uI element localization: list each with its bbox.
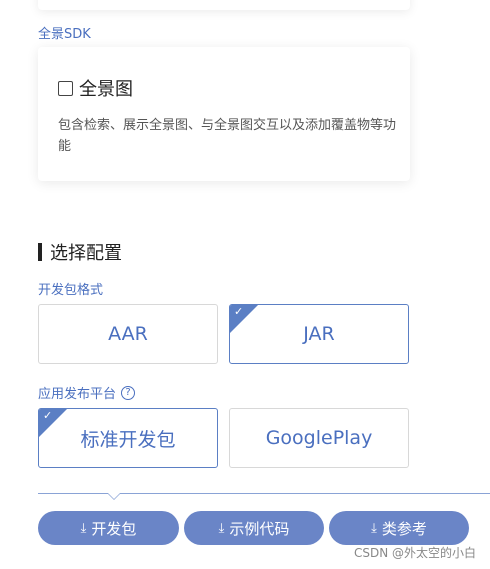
button-label: 开发包 [91,519,137,538]
format-option-jar[interactable]: ✓ JAR [229,304,409,364]
download-icon: ⤓ [218,520,225,536]
download-reference-button[interactable]: ⤓ 类参考 [329,511,469,545]
check-icon: ✓ [234,305,244,318]
config-heading-text: 选择配置 [50,243,122,264]
download-icon: ⤓ [80,520,87,536]
download-dev-package-button[interactable]: ⤓ 开发包 [38,511,179,545]
platform-option-googleplay[interactable]: GooglePlay [229,408,409,468]
format-option-label: AAR [108,323,148,345]
config-heading: 选择配置 [38,239,122,265]
check-icon: ✓ [43,409,53,422]
button-label: 类参考 [381,519,427,538]
previous-sdk-card [38,0,410,10]
sdk-title-row[interactable]: 全景图 [58,75,133,101]
watermark: CSDN @外太空的小白 [353,546,476,560]
button-label: 示例代码 [229,519,290,538]
platform-option-standard[interactable]: ✓ 标准开发包 [38,408,218,468]
panorama-checkbox[interactable] [58,80,73,96]
help-icon[interactable]: ? [121,385,136,400]
sdk-section-label: 全景SDK [38,27,91,42]
format-option-label: JAR [303,323,335,345]
active-tab-caret-inner [108,493,120,499]
tab-divider [38,493,490,494]
panorama-sdk-card[interactable]: 全景图 包含检索、展示全景图、与全景图交互以及添加覆盖物等功能 [38,47,410,181]
sdk-card-title: 全景图 [79,79,133,100]
platform-option-label: 标准开发包 [80,428,176,451]
platform-label-text: 应用发布平台 [38,387,117,402]
download-icon: ⤓ [371,520,377,536]
platform-option-label: GooglePlay [265,427,373,449]
heading-accent-bar [38,243,42,261]
sdk-card-description: 包含检索、展示全景图、与全景图交互以及添加覆盖物等功能 [58,118,397,154]
download-sample-code-button[interactable]: ⤓ 示例代码 [184,511,324,545]
format-option-aar[interactable]: AAR [38,304,218,364]
platform-label: 应用发布平台 ? [38,383,136,402]
package-format-label: 开发包格式 [38,283,104,298]
